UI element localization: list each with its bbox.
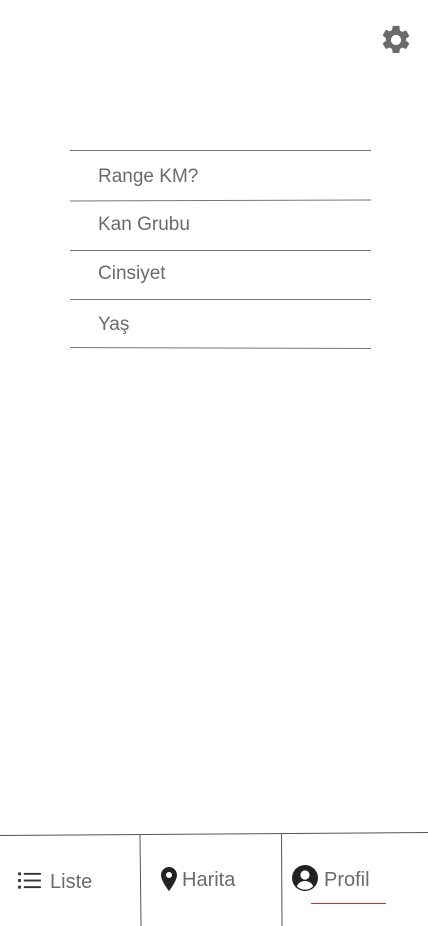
list-item-kan-grubu[interactable]: Kan Grubu [70,201,371,249]
active-tab-indicator [311,903,386,904]
list-item-label: Kan Grubu [98,214,190,235]
tab-profil[interactable]: Profil [282,836,428,926]
profile-field-list: Range KM? Kan Grubu Cinsiyet Yaş [69,150,372,350]
bottom-navigation: Liste Harita Profil [0,830,428,926]
list-item-label: Cinsiyet [98,263,166,284]
map-pin-icon [161,867,177,891]
user-circle-icon [292,865,318,891]
list-item-cinsiyet[interactable]: Cinsiyet [70,250,371,298]
tab-profil-label: Profil [324,869,370,891]
list-icon [18,872,41,889]
settings-button[interactable] [379,23,413,57]
tab-liste-label: Liste [50,871,93,893]
tab-harita[interactable]: Harita [141,836,281,926]
tab-liste[interactable]: Liste [0,836,140,926]
list-item-range-km[interactable]: Range KM? [70,153,371,201]
list-item-label: Range KM? [98,166,199,187]
tab-harita-label: Harita [182,869,236,891]
gear-icon [382,25,410,54]
list-item-yas[interactable]: Yaş [70,301,371,349]
list-item-label: Yaş [98,314,130,335]
